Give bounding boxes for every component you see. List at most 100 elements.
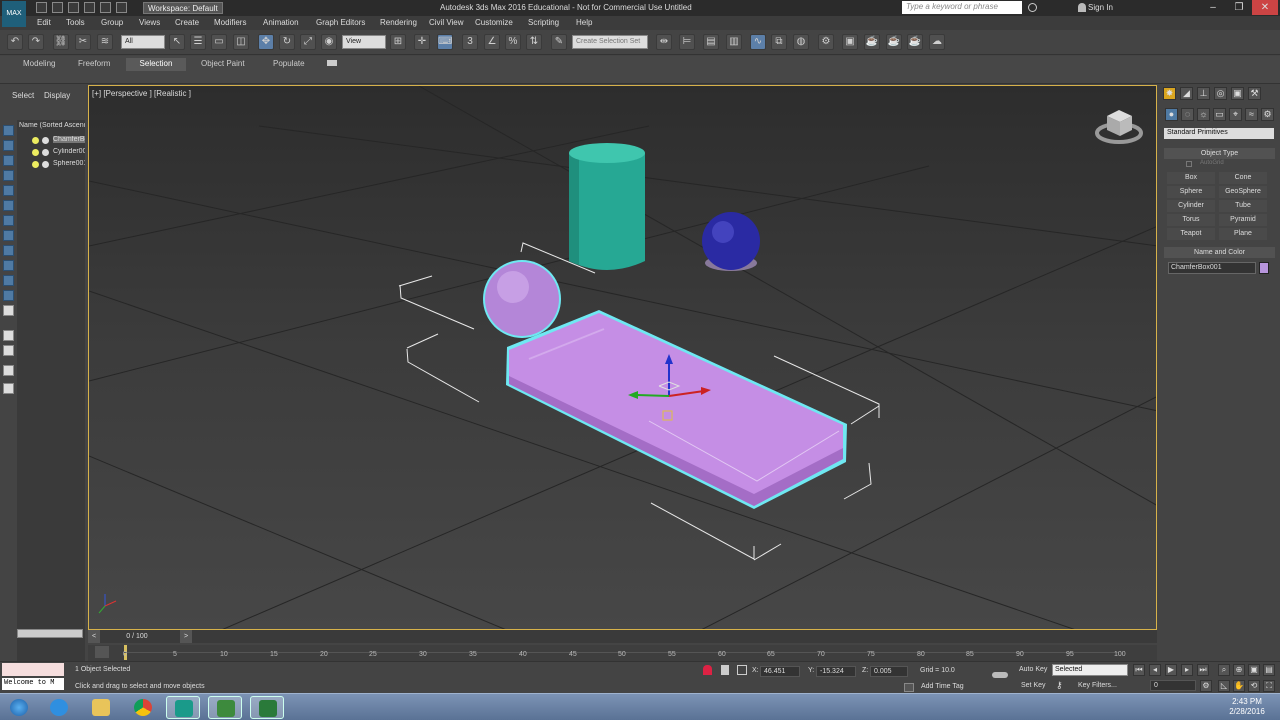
play-icon[interactable]: ▶ bbox=[1165, 664, 1177, 676]
geosphere-button[interactable]: GeoSphere bbox=[1219, 186, 1267, 198]
time-configuration-icon[interactable]: ⚙ bbox=[1200, 680, 1212, 692]
list-item[interactable]: Cylinder001 bbox=[17, 147, 85, 158]
autogrid-checkbox[interactable] bbox=[1186, 161, 1192, 167]
edit-named-selection-icon[interactable]: ✎ bbox=[551, 34, 567, 50]
system-clock[interactable]: 2:43 PM 2/28/2016 bbox=[1222, 697, 1272, 717]
filter-helpers-icon[interactable] bbox=[3, 185, 14, 196]
select-object-icon[interactable]: ↖ bbox=[169, 34, 185, 50]
keyboard-shortcut-override-icon[interactable]: ⌨ bbox=[437, 34, 453, 50]
taskbar-camtasia[interactable] bbox=[208, 696, 242, 719]
invert-display-icon[interactable] bbox=[3, 345, 14, 356]
filter-geometry-icon[interactable] bbox=[3, 125, 14, 136]
rect-selection-icon[interactable]: ▭ bbox=[211, 34, 227, 50]
app-logo-icon[interactable]: MAX bbox=[2, 1, 26, 27]
tab-selection[interactable]: Selection bbox=[126, 58, 186, 71]
menu-customize[interactable]: Customize bbox=[475, 18, 513, 27]
spinner-snap-icon[interactable]: ⇅ bbox=[526, 34, 542, 50]
time-slider[interactable]: < 0 / 100 > bbox=[88, 630, 1157, 643]
column-header[interactable]: Name (Sorted Ascending) bbox=[19, 122, 85, 129]
current-frame-field[interactable]: 0 bbox=[1150, 680, 1196, 691]
search-icon[interactable] bbox=[1028, 3, 1037, 12]
redo-icon[interactable]: ↷ bbox=[28, 34, 44, 50]
filter-groups-icon[interactable] bbox=[3, 215, 14, 226]
key-icon[interactable]: ⚷ bbox=[1056, 680, 1066, 690]
isolate-selection-icon[interactable] bbox=[703, 665, 712, 675]
visibility-icon[interactable] bbox=[42, 137, 49, 144]
undo-icon[interactable]: ↶ bbox=[7, 34, 23, 50]
named-selection-sets-dropdown[interactable]: Create Selection Set bbox=[572, 35, 648, 49]
visibility-icon[interactable] bbox=[42, 161, 49, 168]
taskbar-ie[interactable] bbox=[42, 696, 76, 719]
plane-button[interactable]: Plane bbox=[1219, 228, 1267, 240]
name-and-color-rollout[interactable]: Name and Color bbox=[1164, 247, 1275, 258]
next-frame-icon[interactable]: ▸ bbox=[1181, 664, 1193, 676]
taskbar-recorder[interactable] bbox=[250, 696, 284, 719]
pyramid-button[interactable]: Pyramid bbox=[1219, 214, 1267, 226]
cameras-category-icon[interactable]: ▭ bbox=[1213, 108, 1226, 121]
menu-graph-editors[interactable]: Graph Editors bbox=[316, 18, 365, 27]
display-none-icon[interactable] bbox=[3, 330, 14, 341]
snaps-toggle-icon[interactable]: 3 bbox=[462, 34, 478, 50]
select-and-place-icon[interactable]: ◉ bbox=[321, 34, 337, 50]
render-online-icon[interactable]: ☁ bbox=[929, 34, 945, 50]
maximize-button[interactable]: ❐ bbox=[1226, 0, 1252, 15]
go-to-start-icon[interactable]: ⏮ bbox=[1133, 664, 1145, 676]
hierarchy-panel-icon[interactable]: ⊥ bbox=[1197, 87, 1210, 100]
sign-in-link[interactable]: Sign In bbox=[1088, 3, 1113, 12]
cone-button[interactable]: Cone bbox=[1219, 172, 1267, 184]
percent-snap-icon[interactable]: % bbox=[505, 34, 521, 50]
visibility-icon[interactable] bbox=[42, 149, 49, 156]
render-setup-icon[interactable]: ⚙ bbox=[818, 34, 834, 50]
shapes-category-icon[interactable]: ◌ bbox=[1181, 108, 1194, 121]
filter-hidden-icon[interactable] bbox=[3, 290, 14, 301]
tab-object-paint[interactable]: Object Paint bbox=[195, 58, 251, 71]
zoom-icon[interactable]: ⌕ bbox=[1218, 664, 1230, 676]
find-icon[interactable] bbox=[3, 365, 14, 376]
light-bulb-icon[interactable] bbox=[32, 161, 39, 168]
display-panel-icon[interactable]: ▣ bbox=[1231, 87, 1244, 100]
filter-spacewarps-icon[interactable] bbox=[3, 200, 14, 211]
set-key-button[interactable]: Set Key bbox=[1021, 682, 1046, 689]
taskbar-explorer[interactable] bbox=[84, 696, 118, 719]
pivot-center-icon[interactable]: ⊞ bbox=[390, 34, 406, 50]
y-coordinate-field[interactable]: -15.324 bbox=[816, 666, 856, 677]
time-slider-thumb[interactable]: 0 / 100 bbox=[102, 630, 172, 643]
render-production-icon[interactable]: ☕ bbox=[864, 34, 880, 50]
mini-curve-editor-icon[interactable] bbox=[95, 646, 109, 658]
rendered-frame-window-icon[interactable]: ▣ bbox=[842, 34, 858, 50]
redo-icon[interactable] bbox=[100, 2, 111, 13]
explorer-tab-select[interactable]: Select bbox=[12, 91, 34, 100]
object-color-swatch[interactable] bbox=[1259, 262, 1269, 274]
unlink-icon[interactable]: ✂ bbox=[75, 34, 91, 50]
reference-coordinate-dropdown[interactable]: View bbox=[342, 35, 386, 49]
object-name-field[interactable]: ChamferBox001 bbox=[1168, 262, 1256, 274]
menu-modifiers[interactable]: Modifiers bbox=[214, 18, 246, 27]
systems-category-icon[interactable]: ⚙ bbox=[1261, 108, 1274, 121]
taskbar-3dsmax[interactable] bbox=[166, 696, 200, 719]
ribbon-options-icon[interactable] bbox=[327, 60, 337, 66]
mirror-icon[interactable]: ⇹ bbox=[656, 34, 672, 50]
key-mode-dropdown[interactable]: Selected bbox=[1052, 664, 1128, 676]
open-file-icon[interactable] bbox=[52, 2, 63, 13]
utilities-panel-icon[interactable]: ⚒ bbox=[1248, 87, 1261, 100]
auto-key-button[interactable]: Auto Key bbox=[1019, 666, 1047, 673]
new-scene-icon[interactable] bbox=[36, 2, 47, 13]
orbit-icon[interactable]: ⟲ bbox=[1248, 680, 1260, 692]
light-bulb-icon[interactable] bbox=[32, 137, 39, 144]
go-to-end-icon[interactable]: ⏭ bbox=[1197, 664, 1209, 676]
torus-button[interactable]: Torus bbox=[1167, 214, 1215, 226]
field-of-view-icon[interactable]: ◺ bbox=[1218, 680, 1230, 692]
sphere-button[interactable]: Sphere bbox=[1167, 186, 1215, 198]
explorer-scrollbar[interactable] bbox=[17, 629, 83, 638]
box-button[interactable]: Box bbox=[1167, 172, 1215, 184]
zoom-extents-icon[interactable]: ▣ bbox=[1248, 664, 1260, 676]
select-manipulate-icon[interactable]: ✛ bbox=[414, 34, 430, 50]
x-coordinate-field[interactable]: 46.451 bbox=[760, 666, 800, 677]
create-panel-icon[interactable]: ✸ bbox=[1163, 87, 1176, 100]
filter-bones-icon[interactable] bbox=[3, 245, 14, 256]
add-time-tag[interactable]: Add Time Tag bbox=[921, 683, 964, 690]
explorer-tab-display[interactable]: Display bbox=[44, 91, 70, 100]
close-button[interactable]: ✕ bbox=[1252, 0, 1278, 15]
light-bulb-icon[interactable] bbox=[32, 149, 39, 156]
filter-containers-icon[interactable] bbox=[3, 260, 14, 271]
